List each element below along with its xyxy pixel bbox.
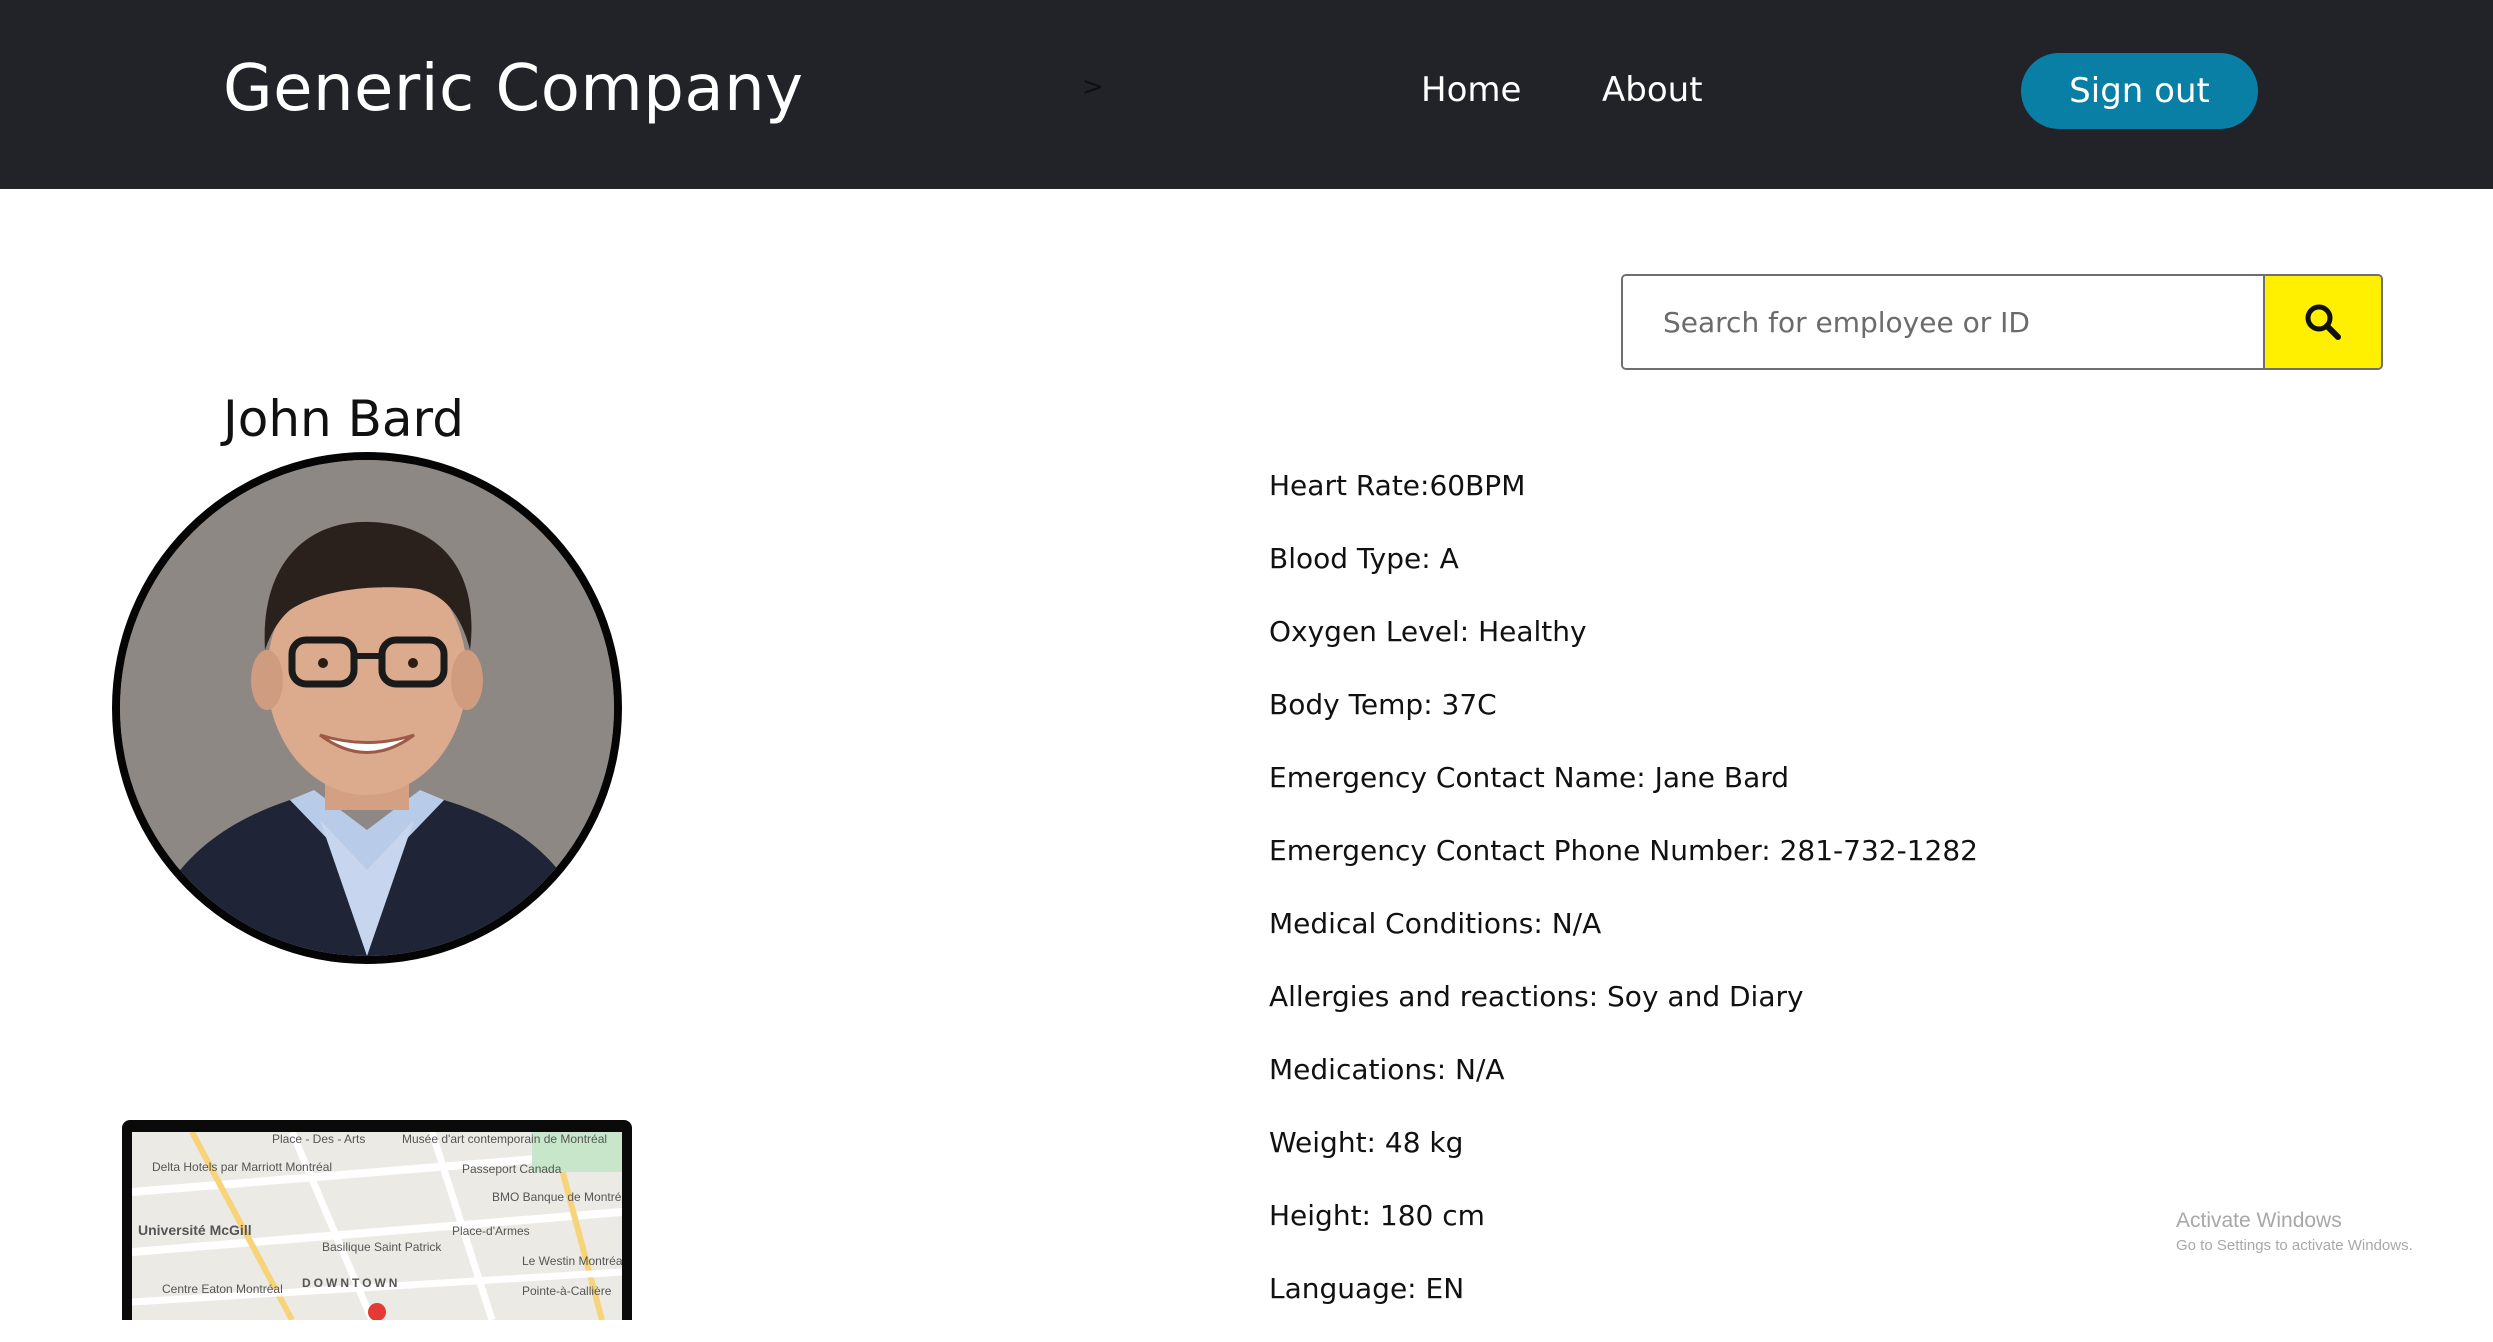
map-canvas[interactable]: Place - Des - Arts Musée d'art contempor…	[132, 1132, 622, 1320]
detail-weight: Weight: 48 kg	[1269, 1126, 1464, 1159]
search-input[interactable]	[1623, 276, 2263, 368]
map-label: BMO Banque de Montréal	[492, 1190, 622, 1204]
brand-title[interactable]: Generic Company	[223, 52, 804, 126]
detail-emergency-contact-name: Emergency Contact Name: Jane Bard	[1269, 761, 1790, 794]
map-label: DOWNTOWN	[302, 1276, 401, 1290]
map-label: Musée d'art contemporain de Montréal	[402, 1132, 608, 1146]
map-label: Passeport Canada	[462, 1162, 562, 1176]
detail-body-temp: Body Temp: 37C	[1269, 688, 1497, 721]
search-bar	[1621, 274, 2383, 370]
avatar-portrait-image	[120, 460, 614, 956]
nav-about-link[interactable]: About	[1602, 70, 1703, 110]
map-label: Centre Eaton Montréal	[162, 1282, 283, 1296]
nav-caret-icon: >	[1082, 72, 1104, 102]
search-icon	[2305, 304, 2341, 340]
detail-medical-conditions: Medical Conditions: N/A	[1269, 907, 1602, 940]
detail-heart-rate: Heart Rate:60BPM	[1269, 469, 1526, 502]
detail-language: Language: EN	[1269, 1272, 1465, 1305]
detail-medications: Medications: N/A	[1269, 1053, 1505, 1086]
map-label: Delta Hotels par Marriott Montréal	[152, 1160, 333, 1174]
detail-emergency-contact-phone: Emergency Contact Phone Number: 281-732-…	[1269, 834, 1978, 867]
map-label: Université McGill	[138, 1222, 252, 1238]
employee-name: John Bard	[223, 390, 464, 448]
location-map[interactable]: Place - Des - Arts Musée d'art contempor…	[122, 1120, 632, 1320]
watermark-title: Activate Windows	[2176, 1209, 2342, 1232]
sign-out-button[interactable]: Sign out	[2021, 53, 2258, 129]
detail-blood-type: Blood Type: A	[1269, 542, 1459, 575]
map-label: Place - Des - Arts	[272, 1132, 366, 1146]
map-label: Le Westin Montréal	[522, 1254, 622, 1268]
top-navbar: Generic Company > Home About Sign out	[0, 0, 2493, 189]
watermark-subtitle: Go to Settings to activate Windows.	[2176, 1237, 2413, 1254]
map-label: Place-d'Armes	[452, 1224, 530, 1238]
detail-height: Height: 180 cm	[1269, 1199, 1485, 1232]
detail-oxygen-level: Oxygen Level: Healthy	[1269, 615, 1587, 648]
nav-home-link[interactable]: Home	[1421, 70, 1521, 110]
map-label: Basilique Saint Patrick	[322, 1240, 442, 1254]
activate-windows-watermark: Activate Windows Go to Settings to activ…	[2176, 1209, 2413, 1254]
employee-avatar	[112, 452, 622, 964]
map-label: Pointe-à-Callière	[522, 1284, 612, 1298]
employee-details-list: Heart Rate:60BPM Blood Type: A Oxygen Le…	[1269, 466, 1978, 1342]
detail-allergies: Allergies and reactions: Soy and Diary	[1269, 980, 1804, 1013]
search-button[interactable]	[2263, 276, 2381, 368]
